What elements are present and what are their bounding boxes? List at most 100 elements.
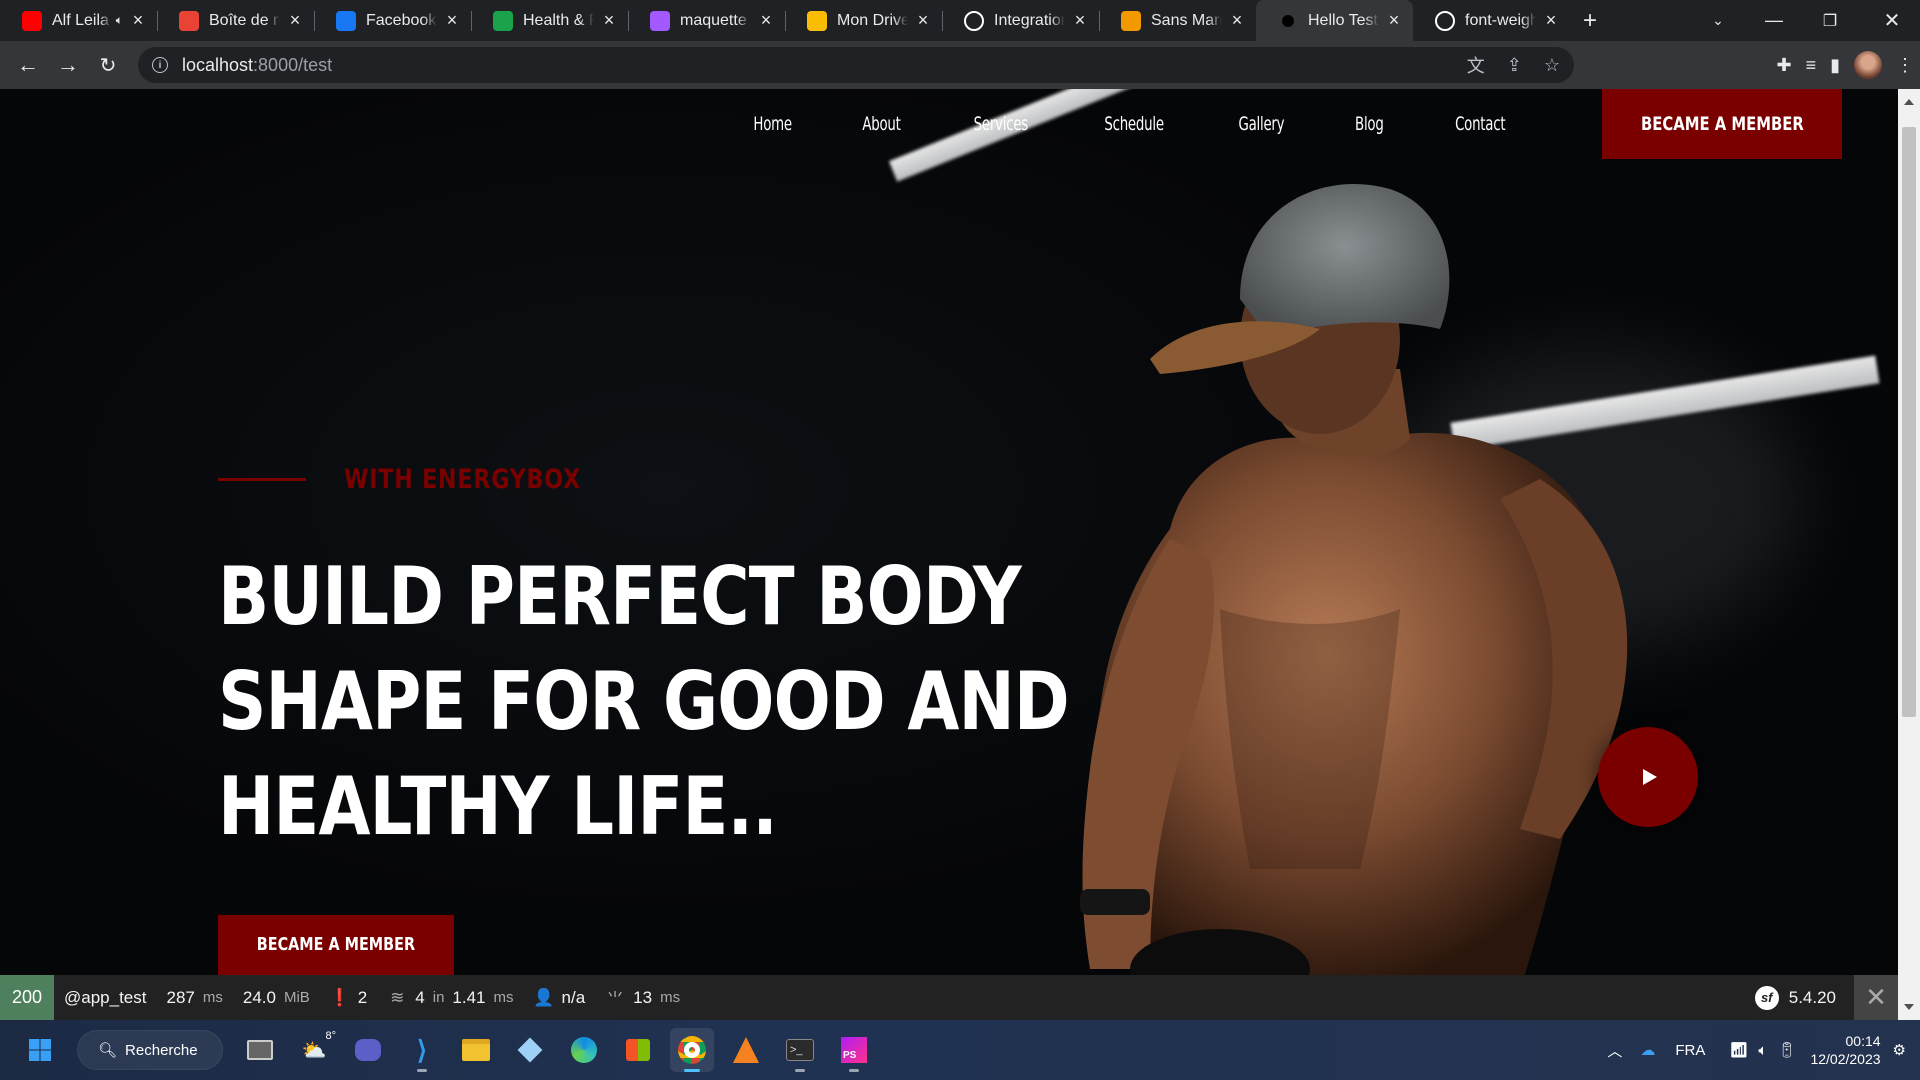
check-icon (493, 10, 513, 31)
browser-tab[interactable]: Mon Drive × (785, 0, 942, 41)
cache-in: in (432, 989, 445, 1006)
scroll-down-arrow[interactable] (1904, 1004, 1914, 1010)
battery-icon[interactable]: 🔋︎ (1777, 1041, 1796, 1059)
nav-home[interactable]: Home (753, 113, 792, 135)
twig-item[interactable]: ⺌ 13 ms (595, 975, 690, 1020)
3d-viewer-icon[interactable] (508, 1028, 552, 1072)
file-explorer-icon[interactable] (454, 1028, 498, 1072)
translate-icon[interactable]: 文 (1467, 52, 1485, 78)
nav-member-button[interactable]: BECAME A MEMBER (1602, 89, 1842, 159)
vscode-icon[interactable]: ⟩ (400, 1028, 444, 1072)
browser-tab[interactable]: Facebook × (314, 0, 471, 41)
forward-button[interactable]: → (48, 45, 88, 85)
close-tab-icon[interactable]: × (1071, 10, 1089, 31)
close-tab-icon[interactable]: × (1228, 10, 1246, 31)
user-icon: 👤 (532, 987, 555, 1007)
route-item[interactable]: @app_test (54, 975, 156, 1020)
cache-item[interactable]: ≋ 4 in 1.41 ms (377, 975, 523, 1020)
chrome-icon[interactable] (670, 1028, 714, 1072)
weather-widget-icon[interactable]: ⛅ 8° (292, 1028, 336, 1072)
clock[interactable]: 00:14 12/02/2023 (1810, 1032, 1880, 1068)
time-unit: ms (202, 989, 223, 1006)
close-tab-icon[interactable]: × (129, 10, 147, 31)
browser-tab[interactable]: Alf Leila 🔈︎ × (0, 0, 157, 41)
store-icon[interactable] (616, 1028, 660, 1072)
scrollbar-thumb[interactable] (1902, 127, 1916, 717)
volume-icon[interactable]: 🔈︎ (1758, 1042, 1767, 1059)
close-tab-icon[interactable]: × (600, 10, 618, 31)
url-text[interactable]: localhost:8000/test (182, 55, 332, 76)
taskbar-search[interactable]: 🔍︎ Recherche (77, 1030, 223, 1070)
symfony-logo-icon[interactable]: sf (1754, 985, 1779, 1010)
nav-blog[interactable]: Blog (1355, 113, 1384, 135)
security-item[interactable]: 👤 n/a (524, 975, 596, 1020)
status-code-badge[interactable]: 200 (0, 975, 54, 1020)
time-item[interactable]: 287 ms (156, 975, 232, 1020)
symfony-debug-toolbar: 200 @app_test 287 ms 24.0 MiB ❗ 2 ≋ 4 in 1.41 m… (0, 975, 1898, 1020)
close-tab-icon[interactable]: × (914, 10, 932, 31)
share-icon[interactable]: ⇪ (1507, 55, 1522, 76)
nav-gallery[interactable]: Gallery (1239, 113, 1285, 135)
close-tab-icon[interactable]: × (757, 10, 775, 31)
phpstorm-icon[interactable]: PS (832, 1028, 876, 1072)
start-button[interactable] (18, 1028, 62, 1072)
browser-tab[interactable]: Boîte de réception × (157, 0, 314, 41)
profile-avatar[interactable] (1854, 51, 1882, 79)
nav-services[interactable]: Services (974, 113, 1029, 135)
side-panel-icon[interactable]: ▮ (1830, 55, 1840, 76)
figma-icon (650, 10, 670, 31)
tab-title: maquette web (680, 11, 751, 29)
minimize-button[interactable]: — (1746, 0, 1802, 41)
close-tab-icon[interactable]: × (1385, 10, 1403, 31)
task-view-icon[interactable] (238, 1028, 282, 1072)
browser-tab[interactable]: IntegrationProject × (942, 0, 1099, 41)
new-tab-button[interactable]: + (1570, 7, 1610, 35)
nav-contact[interactable]: Contact (1455, 113, 1505, 135)
wifi-icon[interactable]: 📶︎ (1729, 1041, 1748, 1059)
star-icon (1121, 10, 1141, 31)
language-indicator[interactable]: FRA (1675, 1042, 1705, 1059)
play-video-button[interactable] (1598, 727, 1698, 827)
layers-icon: ≋ (390, 987, 405, 1007)
browser-tab[interactable]: Hello TestController × (1256, 0, 1413, 41)
scroll-up-arrow[interactable] (1904, 99, 1914, 105)
browser-tab[interactable]: maquette web × (628, 0, 785, 41)
nav-about[interactable]: About (863, 113, 901, 135)
hide-toolbar-button[interactable]: ✕ (1854, 975, 1898, 1020)
menu-kebab-icon[interactable]: ⋮ (1896, 55, 1914, 76)
close-window-button[interactable]: ✕ (1864, 0, 1920, 41)
bookmark-star-icon[interactable]: ☆ (1544, 55, 1560, 76)
close-tab-icon[interactable]: × (443, 10, 461, 31)
browser-tab[interactable]: font-weight × (1413, 0, 1570, 41)
browser-tab[interactable]: Health & Fitness × (471, 0, 628, 41)
page-scrollbar[interactable] (1898, 89, 1920, 1020)
restore-button[interactable]: ❐ (1802, 0, 1858, 41)
close-tab-icon[interactable]: × (1542, 10, 1560, 31)
back-button[interactable]: ← (8, 45, 48, 85)
windows-logo-icon (29, 1039, 51, 1061)
media-control-icon[interactable]: ≡ (1806, 55, 1817, 76)
address-bar[interactable]: i localhost:8000/test 文 ⇪ ☆ (138, 47, 1574, 83)
reload-button[interactable]: ↻ (88, 45, 128, 85)
show-hidden-icons-icon[interactable]: ︿ (1607, 1040, 1622, 1061)
symfony-version[interactable]: 5.4.20 (1789, 988, 1836, 1008)
windows-taskbar: 🔍︎ Recherche ⛅ 8° ⟩ >_ PS ︿ ☁ FRA 📶︎ 🔈︎ 🔋︎… (0, 1020, 1920, 1080)
notifications-icon[interactable]: ⚙ (1893, 1041, 1906, 1059)
edge-icon[interactable] (562, 1028, 606, 1072)
speaker-muted-icon[interactable]: 🔈︎ (116, 13, 123, 28)
teams-chat-icon[interactable] (346, 1028, 390, 1072)
tab-search-icon[interactable]: ⌄ (1690, 0, 1746, 41)
dev-app-icon[interactable] (724, 1028, 768, 1072)
browser-tab[interactable]: Sans Marque × (1099, 0, 1256, 41)
logs-icon: ❗ (329, 987, 351, 1007)
onedrive-icon[interactable]: ☁ (1640, 1041, 1655, 1059)
close-tab-icon[interactable]: × (286, 10, 304, 31)
tab-title: Mon Drive (837, 11, 908, 29)
nav-schedule[interactable]: Schedule (1104, 113, 1164, 135)
extensions-icon[interactable]: ✚ (1776, 55, 1791, 76)
memory-item[interactable]: 24.0 MiB (233, 975, 320, 1020)
site-info-icon[interactable]: i (152, 57, 168, 73)
hero-member-button[interactable]: BECAME A MEMBER (218, 915, 454, 975)
terminal-icon[interactable]: >_ (778, 1028, 822, 1072)
logs-item[interactable]: ❗ 2 (320, 975, 377, 1020)
